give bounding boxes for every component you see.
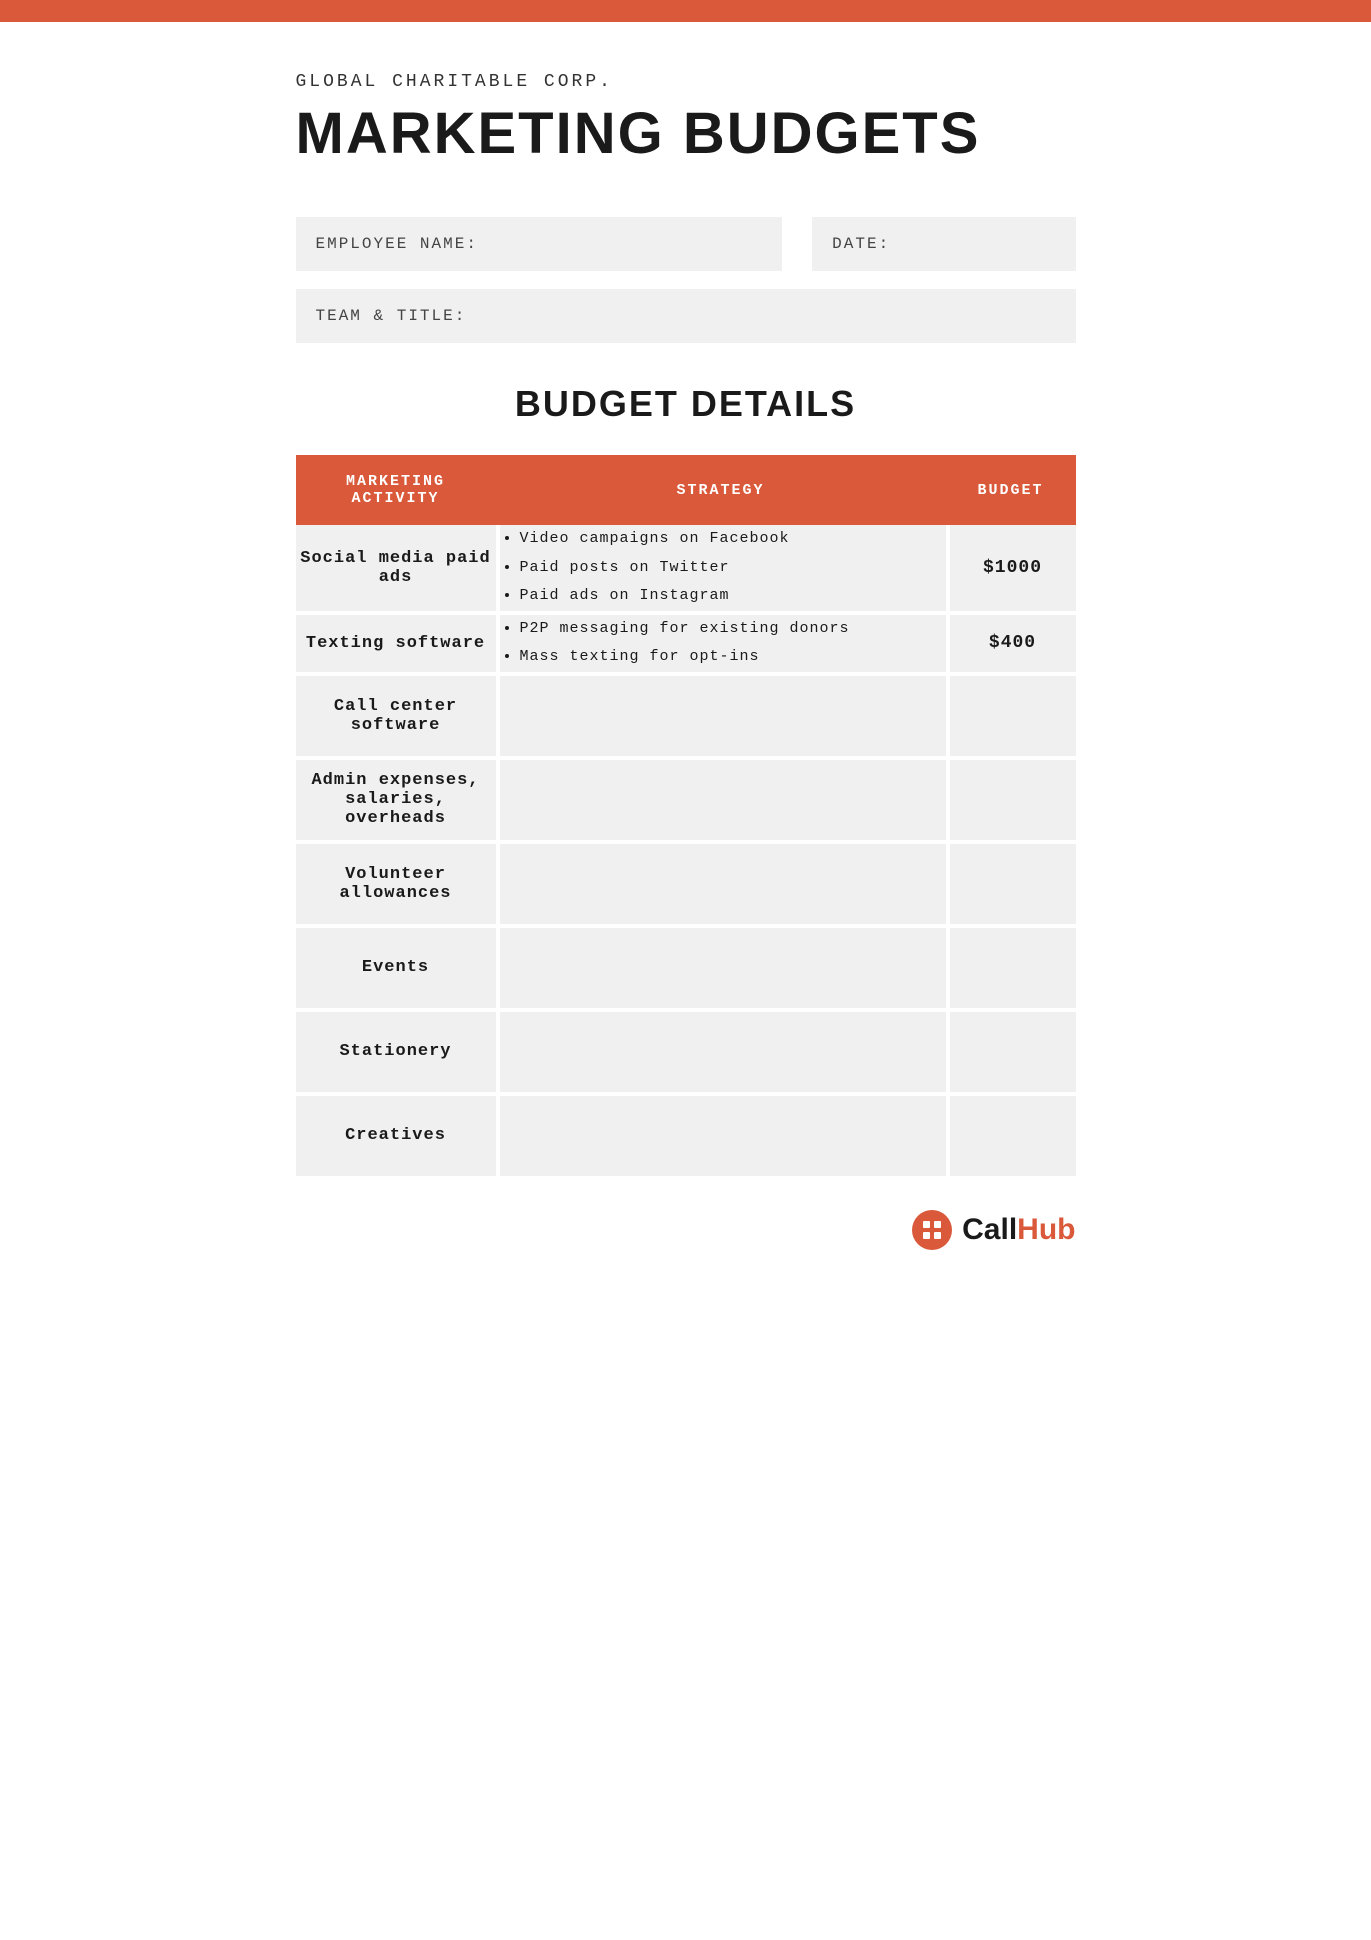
header-strategy: STRATEGY: [496, 455, 946, 525]
table-header-row: MARKETING ACTIVITY STRATEGY BUDGET: [296, 455, 1076, 525]
page-title: MARKETING BUDGETS: [296, 100, 1076, 167]
budget-section-title: BUDGET DETAILS: [296, 383, 1076, 425]
table-row: Creatives: [296, 1096, 1076, 1180]
strategy-item: Paid posts on Twitter: [520, 554, 946, 583]
cell-strategy-2: [496, 676, 946, 760]
form-row-1: EMPLOYEE NAME: DATE:: [296, 217, 1076, 271]
callhub-text-orange: Hub: [1017, 1213, 1075, 1246]
cell-strategy-6: [496, 1012, 946, 1096]
callhub-icon: [912, 1210, 952, 1250]
cell-activity-7: Creatives: [296, 1096, 496, 1180]
cell-activity-4: Volunteer allowances: [296, 844, 496, 928]
callhub-text-black: Call: [962, 1213, 1017, 1246]
form-row-2: TEAM & TITLE:: [296, 289, 1076, 343]
cell-budget-0: $1000: [946, 525, 1076, 615]
strategy-item: Mass texting for opt-ins: [520, 643, 946, 672]
header-budget: BUDGET: [946, 455, 1076, 525]
org-name: GLOBAL CHARITABLE CORP.: [296, 72, 1076, 92]
cell-strategy-0: Video campaigns on FacebookPaid posts on…: [496, 525, 946, 615]
cell-budget-7: [946, 1096, 1076, 1180]
cell-budget-2: [946, 676, 1076, 760]
cell-budget-1: $400: [946, 615, 1076, 676]
header-activity: MARKETING ACTIVITY: [296, 455, 496, 525]
cell-strategy-3: [496, 760, 946, 844]
cell-activity-3: Admin expenses, salaries, overheads: [296, 760, 496, 844]
date-field[interactable]: DATE:: [812, 217, 1075, 271]
table-row: Call center software: [296, 676, 1076, 760]
cell-activity-0: Social media paid ads: [296, 525, 496, 615]
table-row: Social media paid adsVideo campaigns on …: [296, 525, 1076, 615]
team-title-field[interactable]: TEAM & TITLE:: [296, 289, 1076, 343]
cell-budget-5: [946, 928, 1076, 1012]
strategy-item: P2P messaging for existing donors: [520, 615, 946, 644]
table-row: Events: [296, 928, 1076, 1012]
cell-activity-1: Texting software: [296, 615, 496, 676]
cell-strategy-1: P2P messaging for existing donorsMass te…: [496, 615, 946, 676]
form-section: EMPLOYEE NAME: DATE: TEAM & TITLE:: [296, 217, 1076, 343]
employee-name-field[interactable]: EMPLOYEE NAME:: [296, 217, 783, 271]
strategy-item: Video campaigns on Facebook: [520, 525, 946, 554]
budget-table: MARKETING ACTIVITY STRATEGY BUDGET Socia…: [296, 455, 1076, 1180]
callhub-text: CallHub: [962, 1213, 1075, 1247]
cell-activity-5: Events: [296, 928, 496, 1012]
cell-activity-6: Stationery: [296, 1012, 496, 1096]
table-row: Admin expenses, salaries, overheads: [296, 760, 1076, 844]
cell-budget-6: [946, 1012, 1076, 1096]
cell-budget-3: [946, 760, 1076, 844]
page-container: GLOBAL CHARITABLE CORP. MARKETING BUDGET…: [236, 22, 1136, 1310]
cell-budget-4: [946, 844, 1076, 928]
table-row: Volunteer allowances: [296, 844, 1076, 928]
callhub-logo: CallHub: [296, 1210, 1076, 1250]
cell-activity-2: Call center software: [296, 676, 496, 760]
table-row: Texting softwareP2P messaging for existi…: [296, 615, 1076, 676]
strategy-item: Paid ads on Instagram: [520, 582, 946, 611]
table-row: Stationery: [296, 1012, 1076, 1096]
top-bar: [0, 0, 1371, 22]
cell-strategy-5: [496, 928, 946, 1012]
cell-strategy-7: [496, 1096, 946, 1180]
cell-strategy-4: [496, 844, 946, 928]
